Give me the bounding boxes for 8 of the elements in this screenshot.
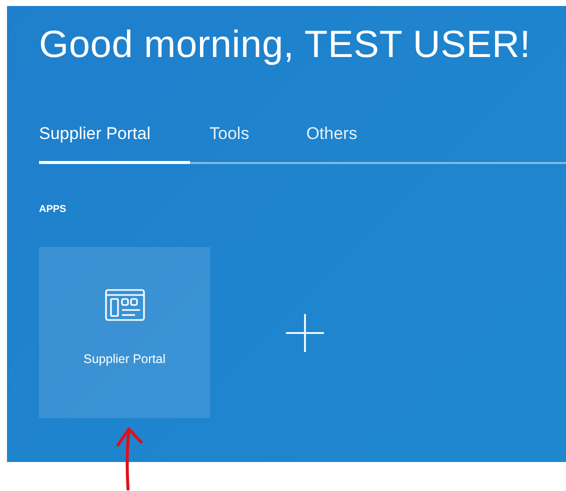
- tab[interactable]: Others: [306, 120, 358, 164]
- tab[interactable]: Supplier Portal: [39, 120, 190, 164]
- greeting-title: Good morning, TEST USER!: [39, 23, 532, 68]
- app-tile[interactable]: Supplier Portal: [39, 247, 210, 418]
- app-label: Supplier Portal: [84, 352, 166, 366]
- add-icon[interactable]: [285, 312, 325, 352]
- section-label: APPS: [39, 204, 68, 215]
- tab[interactable]: Tools: [210, 120, 250, 164]
